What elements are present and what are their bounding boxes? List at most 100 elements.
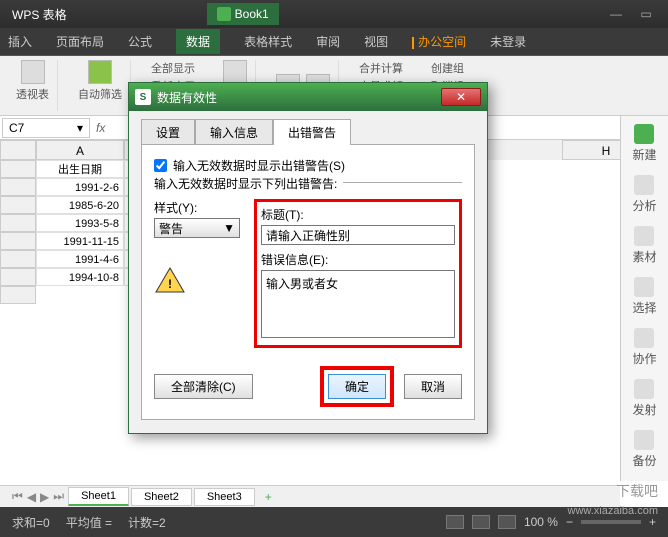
row-head[interactable] <box>0 160 36 178</box>
side-panel: 新建 分析 素材 选择 协作 发射 备份 <box>620 116 668 481</box>
menu-tablestyle[interactable]: 表格样式 <box>244 33 292 50</box>
svg-text:!: ! <box>168 277 172 291</box>
message-textarea[interactable] <box>261 270 455 338</box>
side-collab[interactable]: 协作 <box>632 328 656 367</box>
sheet-tabs: ⏮ ◀ ▶ ⏭ Sheet1 Sheet2 Sheet3 + <box>0 485 620 507</box>
cell[interactable]: 1994-10-8 <box>36 268 124 286</box>
cell[interactable]: 1991-11-15 <box>36 232 124 250</box>
warning-icon: ! <box>154 266 186 294</box>
show-error-label: 输入无效数据时显示出错警告(S) <box>173 157 345 174</box>
group[interactable]: 创建组 <box>431 60 464 76</box>
zoom-out[interactable]: − <box>566 515 573 529</box>
sheet-tab-1[interactable]: Sheet1 <box>68 487 129 506</box>
header-birth[interactable]: 出生日期 <box>36 160 124 178</box>
row-head[interactable] <box>0 196 36 214</box>
status-count: 计数=2 <box>128 514 166 531</box>
menu-office[interactable]: 办公空间 <box>412 33 466 50</box>
data-validation-dialog: S 数据有效性 ✕ 设置 输入信息 出错警告 输入无效数据时显示出错警告(S) … <box>128 82 488 434</box>
zoom-level: 100 % <box>524 515 558 529</box>
analysis-icon <box>634 175 654 195</box>
view-break[interactable] <box>498 515 516 529</box>
clear-all-button[interactable]: 全部清除(C) <box>154 374 253 399</box>
menu-view[interactable]: 视图 <box>364 33 388 50</box>
menu-data[interactable]: 数据 <box>176 29 220 54</box>
tab-nav-prev[interactable]: ◀ <box>27 490 36 504</box>
sort-icon <box>223 60 247 84</box>
ok-button[interactable]: 确定 <box>328 374 386 399</box>
filter-icon <box>88 60 112 84</box>
chevron-down-icon: ▼ <box>223 221 235 235</box>
select-all-corner[interactable] <box>0 140 36 160</box>
side-analysis[interactable]: 分析 <box>632 175 656 214</box>
row-head[interactable] <box>0 268 36 286</box>
watermark: 下载吧 <box>616 481 658 501</box>
row-head[interactable] <box>0 286 36 304</box>
cell[interactable]: 1985-6-20 <box>36 196 124 214</box>
dialog-icon: S <box>135 89 151 105</box>
row-head[interactable] <box>0 214 36 232</box>
col-A[interactable]: A <box>36 140 124 160</box>
status-sum: 求和=0 <box>12 514 50 531</box>
pivot-icon <box>21 60 45 84</box>
dialog-body: 输入无效数据时显示出错警告(S) 输入无效数据时显示下列出错警告: 样式(Y):… <box>141 144 475 420</box>
sheet-tab-2[interactable]: Sheet2 <box>131 488 192 506</box>
backup-icon <box>634 430 654 450</box>
message-label: 错误信息(E): <box>261 251 455 268</box>
tab-error-alert[interactable]: 出错警告 <box>273 119 351 145</box>
tab-input-message[interactable]: 输入信息 <box>195 119 273 145</box>
highlight-ok: 确定 <box>320 366 394 407</box>
cell-reference[interactable]: C7▾ <box>2 118 90 138</box>
side-material[interactable]: 素材 <box>632 226 656 265</box>
select-icon <box>634 277 654 297</box>
view-page[interactable] <box>472 515 490 529</box>
login-status[interactable]: 未登录 <box>490 33 526 50</box>
dialog-titlebar: S 数据有效性 ✕ <box>129 83 487 111</box>
side-new[interactable]: 新建 <box>632 124 656 163</box>
menu-review[interactable]: 审阅 <box>316 33 340 50</box>
cell[interactable]: 1991-4-6 <box>36 250 124 268</box>
dialog-title: 数据有效性 <box>157 89 217 106</box>
show-all[interactable]: 全部显示 <box>151 60 195 76</box>
menu-layout[interactable]: 页面布局 <box>56 33 104 50</box>
ribbon-pivot[interactable]: 透视表 <box>8 60 58 111</box>
book-name: Book1 <box>235 7 269 21</box>
row-head[interactable] <box>0 178 36 196</box>
style-combo[interactable]: 警告▼ <box>154 218 240 238</box>
menu-insert[interactable]: 插入 <box>8 33 32 50</box>
cell[interactable]: 1991-2-6 <box>36 178 124 196</box>
fx-icon[interactable]: fx <box>96 121 105 135</box>
side-send[interactable]: 发射 <box>632 379 656 418</box>
side-select[interactable]: 选择 <box>632 277 656 316</box>
cancel-button[interactable]: 取消 <box>404 374 462 399</box>
cell[interactable]: 1993-5-8 <box>36 214 124 232</box>
zoom-in[interactable]: + <box>649 515 656 529</box>
row-head[interactable] <box>0 232 36 250</box>
dialog-close-button[interactable]: ✕ <box>441 88 481 106</box>
row-head[interactable] <box>0 250 36 268</box>
minimize-button[interactable]: — <box>602 4 630 24</box>
watermark-url: www.xiazaiba.com <box>568 505 658 517</box>
show-error-checkbox[interactable] <box>154 159 167 172</box>
side-backup[interactable]: 备份 <box>632 430 656 469</box>
tab-settings[interactable]: 设置 <box>141 119 195 145</box>
zoom-slider[interactable] <box>581 520 641 524</box>
title-label: 标题(T): <box>261 206 455 223</box>
tab-nav-last[interactable]: ⏭ <box>53 489 64 504</box>
fieldset-legend: 输入无效数据时显示下列出错警告: <box>154 175 343 192</box>
tab-nav-next[interactable]: ▶ <box>40 490 49 504</box>
book-tab[interactable]: Book1 <box>207 3 279 25</box>
send-icon <box>634 379 654 399</box>
consolidate[interactable]: 合并计算 <box>359 60 403 76</box>
sheet-tab-3[interactable]: Sheet3 <box>194 488 255 506</box>
maximize-button[interactable]: ▭ <box>632 4 660 24</box>
status-avg: 平均值 = <box>66 514 112 531</box>
tab-nav-first[interactable]: ⏮ <box>12 489 23 504</box>
collab-icon <box>634 328 654 348</box>
add-sheet[interactable]: + <box>265 490 272 504</box>
title-input[interactable] <box>261 225 455 245</box>
menu-bar: 插入 页面布局 公式 数据 表格样式 审阅 视图 办公空间 未登录 <box>0 28 668 56</box>
highlight-box: 标题(T): 错误信息(E): <box>254 199 462 348</box>
ribbon-filter[interactable]: 自动筛选 <box>70 60 131 111</box>
menu-formula[interactable]: 公式 <box>128 33 152 50</box>
view-normal[interactable] <box>446 515 464 529</box>
